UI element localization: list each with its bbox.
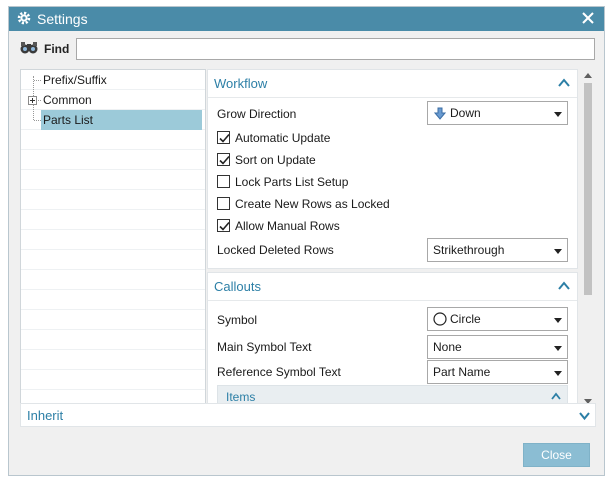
find-label: Find <box>44 42 70 56</box>
tree-item-label: Common <box>43 93 92 107</box>
main-symbol-text-value: None <box>433 340 462 354</box>
allow-manual-rows-checkbox[interactable]: Allow Manual Rows <box>217 217 377 235</box>
reference-symbol-text-value: Part Name <box>433 365 491 379</box>
checkbox-label: Automatic Update <box>235 131 331 145</box>
locked-deleted-rows-value: Strikethrough <box>433 243 505 257</box>
checkbox-label: Sort on Update <box>235 153 316 167</box>
checkmark-icon <box>219 221 230 231</box>
collapse-icon[interactable] <box>557 77 571 89</box>
down-arrow-icon <box>434 107 446 120</box>
settings-content: Workflow Grow Direction Down Automatic U… <box>207 69 595 408</box>
create-new-rows-locked-checkbox[interactable]: Create New Rows as Locked <box>217 195 390 213</box>
find-bar: Find <box>9 31 604 65</box>
close-button[interactable]: Close <box>523 443 590 467</box>
checkbox-label: Create New Rows as Locked <box>235 197 390 211</box>
settings-tree: Prefix/Suffix Common Parts List <box>20 69 206 408</box>
dropdown-arrow-icon <box>554 112 562 117</box>
tree-row-line <box>21 250 205 270</box>
tree-row-line <box>21 310 205 330</box>
symbol-label: Symbol <box>217 313 258 327</box>
window-title: Settings <box>37 11 88 27</box>
checkbox-label: Allow Manual Rows <box>235 219 340 233</box>
checkbox-box <box>217 197 230 210</box>
symbol-value: Circle <box>450 312 481 326</box>
grow-direction-label: Grow Direction <box>217 107 297 121</box>
checkbox-box <box>217 153 230 166</box>
main-symbol-text-label: Main Symbol Text <box>217 340 312 354</box>
binoculars-icon <box>20 42 38 54</box>
main-symbol-text-select[interactable]: None <box>427 335 568 359</box>
find-input[interactable] <box>76 38 595 60</box>
checkbox-box <box>217 219 230 232</box>
lock-parts-list-setup-checkbox[interactable]: Lock Parts List Setup <box>217 173 377 191</box>
tree-row-line <box>21 290 205 310</box>
expand-icon[interactable] <box>28 96 37 105</box>
tree-row-line <box>21 230 205 250</box>
tree-row-line <box>21 170 205 190</box>
reference-symbol-text-select[interactable]: Part Name <box>427 360 568 384</box>
grow-direction-select[interactable]: Down <box>427 101 568 125</box>
circle-icon <box>433 312 447 326</box>
tree-row-line <box>21 150 205 170</box>
checkbox-box <box>217 175 230 188</box>
tree-item-parts-list[interactable]: Parts List <box>21 110 205 130</box>
sort-on-update-checkbox[interactable]: Sort on Update <box>217 151 377 169</box>
tree-item-prefix-suffix[interactable]: Prefix/Suffix <box>21 70 205 90</box>
tree-item-common[interactable]: Common <box>21 90 205 110</box>
vertical-scrollbar[interactable] <box>581 69 595 408</box>
settings-window: Settings Find Prefix/Suffix Common Parts… <box>8 6 605 476</box>
callouts-title: Callouts <box>214 279 261 294</box>
checkmark-icon <box>219 155 230 165</box>
gear-icon <box>17 11 31 25</box>
reference-symbol-text-label: Reference Symbol Text <box>217 365 341 379</box>
tree-connector <box>38 100 41 101</box>
tree-item-label: Parts List <box>43 113 94 127</box>
locked-deleted-rows-label: Locked Deleted Rows <box>217 243 334 257</box>
scroll-up-icon[interactable] <box>584 73 592 78</box>
group-divider <box>208 300 577 301</box>
tree-connector <box>34 80 41 81</box>
items-title: Items <box>226 390 256 404</box>
inherit-title: Inherit <box>27 408 64 423</box>
locked-deleted-rows-select[interactable]: Strikethrough <box>427 238 568 262</box>
tree-item-label: Prefix/Suffix <box>43 73 107 87</box>
checkmark-icon <box>219 133 230 143</box>
collapse-icon[interactable] <box>550 391 562 401</box>
checkbox-label: Lock Parts List Setup <box>235 175 349 189</box>
grow-direction-value: Down <box>450 106 481 120</box>
expand-icon[interactable] <box>578 410 591 421</box>
tree-row-line <box>21 350 205 370</box>
inherit-group[interactable]: Inherit <box>20 403 596 427</box>
automatic-update-checkbox[interactable]: Automatic Update <box>217 129 377 147</box>
checkbox-box <box>217 131 230 144</box>
tree-row-line <box>21 270 205 290</box>
dropdown-arrow-icon <box>554 371 562 376</box>
workflow-group: Workflow Grow Direction Down Automatic U… <box>207 69 578 269</box>
tree-row-line <box>21 370 205 390</box>
dropdown-arrow-icon <box>554 318 562 323</box>
title-bar[interactable]: Settings <box>9 7 604 31</box>
callouts-group: Callouts Symbol Circle Main Symbol Text … <box>207 272 578 408</box>
tree-row-line <box>21 190 205 210</box>
scroll-thumb[interactable] <box>584 83 592 295</box>
close-icon[interactable] <box>578 8 598 28</box>
tree-connector <box>34 120 41 121</box>
tree-row-line <box>21 130 205 150</box>
group-divider <box>208 97 577 98</box>
dropdown-arrow-icon <box>554 346 562 351</box>
tree-row-line <box>21 210 205 230</box>
symbol-select[interactable]: Circle <box>427 307 568 331</box>
workflow-title: Workflow <box>214 76 268 91</box>
tree-row-line <box>21 330 205 350</box>
dropdown-arrow-icon <box>554 249 562 254</box>
collapse-icon[interactable] <box>557 280 571 292</box>
